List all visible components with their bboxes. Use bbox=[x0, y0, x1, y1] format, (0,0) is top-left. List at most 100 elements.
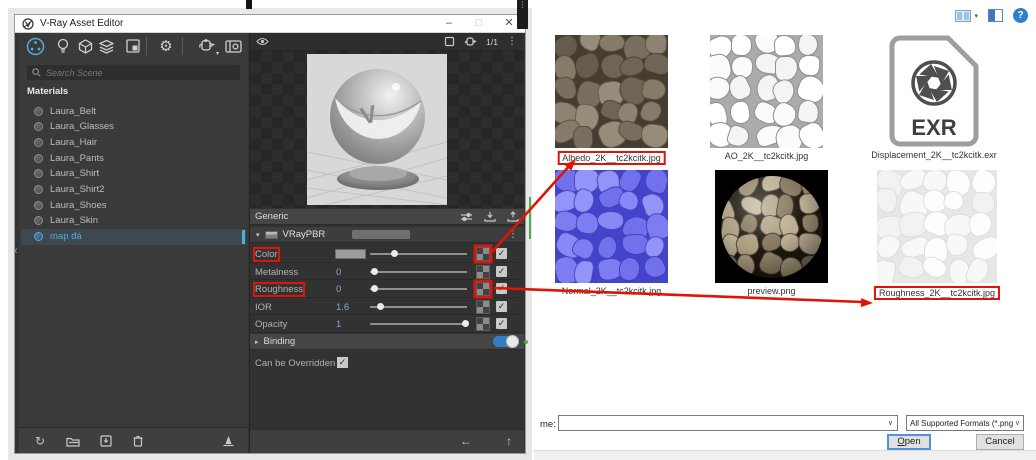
property-value[interactable]: 1.6 bbox=[336, 302, 349, 313]
texture-stone-shape bbox=[644, 35, 668, 54]
color-swatch[interactable] bbox=[335, 249, 366, 259]
material-item-laura-shirt[interactable]: Laura_Shirt bbox=[21, 166, 246, 182]
file-name-combo[interactable]: ∨ bbox=[558, 415, 898, 431]
material-label: Laura_Belt bbox=[50, 106, 96, 117]
file-item-preview[interactable]: preview.png bbox=[715, 170, 828, 305]
roughness-thumbnail bbox=[877, 170, 997, 283]
texture-stone-shape bbox=[642, 170, 668, 195]
material-properties-panel: 1/1 ⋮ bbox=[249, 33, 523, 453]
binding-toggle[interactable] bbox=[493, 336, 519, 347]
texture-slot-button[interactable] bbox=[476, 317, 490, 331]
delete-icon[interactable] bbox=[129, 432, 147, 450]
property-checkbox[interactable]: ✓ bbox=[496, 318, 507, 329]
material-item-laura-skin[interactable]: Laura_Skin bbox=[21, 213, 246, 229]
property-checkbox[interactable]: ✓ bbox=[496, 301, 507, 312]
slider-handle[interactable] bbox=[371, 268, 378, 275]
tune-icon[interactable] bbox=[460, 212, 473, 222]
texture-slot-button[interactable] bbox=[476, 247, 490, 261]
property-label: Metalness bbox=[255, 267, 298, 278]
albedo-thumbnail bbox=[555, 35, 668, 148]
viewport-point-artifact bbox=[524, 340, 528, 344]
view-options-button[interactable]: ▾ bbox=[955, 10, 978, 22]
binding-section-header[interactable]: ▸ Binding bbox=[250, 334, 524, 350]
texture-stone-shape bbox=[597, 211, 625, 231]
cone-icon[interactable] bbox=[219, 432, 237, 450]
material-item-laura-hair[interactable]: Laura_Hair bbox=[21, 134, 246, 150]
preview-sphere-thumbnail bbox=[721, 176, 823, 278]
preview-menu-icon[interactable]: ⋮ bbox=[507, 37, 517, 47]
file-item-ao[interactable]: AO_2K__tc2kcitk.jpg bbox=[710, 35, 823, 170]
file-item-roughness[interactable]: Roughness_2K__tc2kcitk.jpg bbox=[877, 170, 997, 305]
material-item-map-[interactable]: map đá bbox=[21, 229, 246, 245]
material-item-laura-shirt2[interactable]: Laura_Shirt2 bbox=[21, 182, 246, 198]
shader-expand-icon[interactable]: ▾ bbox=[256, 231, 260, 239]
texture-slot-button[interactable] bbox=[476, 265, 490, 279]
material-sphere-icon bbox=[34, 201, 43, 210]
format-filter-select[interactable]: All Supported Formats (*.png *. ∨ bbox=[906, 415, 1024, 431]
redacted-material-name bbox=[352, 230, 410, 239]
file-name-dropdown-caret[interactable]: ∨ bbox=[888, 419, 893, 427]
shader-row[interactable]: ▾ VRayPBR ⋮ bbox=[250, 227, 524, 243]
slider-track[interactable] bbox=[370, 253, 467, 255]
file-name-text: Displacement_2K__tc2kcitk.exr bbox=[871, 150, 997, 160]
slider-handle[interactable] bbox=[377, 303, 384, 310]
binding-expand-icon[interactable]: ▸ bbox=[255, 338, 259, 346]
slider-track[interactable] bbox=[370, 271, 467, 273]
open-folder-icon[interactable] bbox=[64, 432, 82, 450]
preview-shape-icon[interactable] bbox=[444, 36, 455, 47]
preview-canvas[interactable]: V bbox=[250, 51, 524, 208]
material-item-laura-pants[interactable]: Laura_Pants bbox=[21, 150, 246, 166]
slider-handle[interactable] bbox=[391, 250, 398, 257]
vray-titlebar[interactable]: V-Ray Asset Editor – □ ✕ bbox=[15, 15, 525, 33]
property-value[interactable]: 0 bbox=[336, 267, 341, 278]
background-tray-artifact: ⋮ bbox=[517, 0, 528, 29]
cancel-button[interactable]: Cancel bbox=[976, 434, 1024, 450]
generic-section-header[interactable]: Generic bbox=[250, 209, 524, 225]
eye-icon[interactable] bbox=[256, 37, 269, 46]
sphere-shading bbox=[721, 176, 823, 278]
property-checkbox[interactable]: ✓ bbox=[496, 266, 507, 277]
slider-handle[interactable] bbox=[371, 285, 378, 292]
material-item-laura-shoes[interactable]: Laura_Shoes bbox=[21, 197, 246, 213]
preview-pane-button[interactable] bbox=[988, 9, 1003, 22]
property-row-roughness: Roughness0✓ bbox=[250, 280, 524, 298]
maximize-button[interactable]: □ bbox=[467, 15, 491, 32]
texture-slot-button[interactable] bbox=[476, 300, 490, 314]
up-arrow-icon[interactable]: ↑ bbox=[506, 434, 512, 448]
collapse-panel-chevron[interactable]: ‹ bbox=[14, 245, 18, 257]
format-dropdown-caret: ∨ bbox=[1015, 419, 1020, 427]
material-sphere-icon bbox=[34, 169, 43, 178]
import-preset-icon[interactable] bbox=[484, 211, 496, 222]
frame-counter[interactable]: 1/1 bbox=[486, 37, 498, 47]
file-name-input[interactable] bbox=[559, 418, 888, 429]
file-dialog: ▾ ? Albedo_2K__tc2kcitk.jpg AO_2K__tc2kci… bbox=[534, 0, 1036, 460]
property-value[interactable]: 1 bbox=[336, 319, 341, 330]
viewport-edge-artifact bbox=[529, 197, 531, 239]
texture-stone-shape bbox=[618, 256, 642, 282]
slider-track[interactable] bbox=[370, 306, 467, 308]
minimize-button[interactable]: – bbox=[437, 15, 461, 32]
material-sphere-icon bbox=[34, 185, 43, 194]
property-checkbox[interactable]: ✓ bbox=[496, 283, 507, 294]
material-item-laura-belt[interactable]: Laura_Belt bbox=[21, 103, 246, 119]
export-preset-icon[interactable] bbox=[507, 211, 519, 222]
preview-teapot-icon[interactable] bbox=[464, 37, 477, 47]
material-sphere-icon bbox=[34, 138, 43, 147]
file-item-albedo[interactable]: Albedo_2K__tc2kcitk.jpg bbox=[555, 35, 668, 170]
material-item-laura-glasses[interactable]: Laura_Glasses bbox=[21, 119, 246, 135]
help-button[interactable]: ? bbox=[1013, 8, 1028, 23]
slider-track[interactable] bbox=[370, 288, 467, 290]
override-checkbox[interactable]: ✓ bbox=[337, 357, 348, 368]
back-arrow-icon[interactable]: ← bbox=[460, 434, 472, 448]
refresh-icon[interactable]: ↻ bbox=[31, 432, 49, 450]
open-button[interactable]: Open bbox=[887, 434, 931, 450]
texture-slot-button[interactable] bbox=[476, 282, 490, 296]
slider-handle[interactable] bbox=[462, 320, 469, 327]
property-checkbox[interactable]: ✓ bbox=[496, 248, 507, 259]
file-item-normal[interactable]: Normal_2K__tc2kcitk.jpg bbox=[555, 170, 668, 305]
property-value[interactable]: 0 bbox=[336, 284, 341, 295]
file-item-exr[interactable]: EXRDisplacement_2K__tc2kcitk.exr bbox=[886, 35, 982, 169]
slider-track[interactable] bbox=[370, 323, 467, 325]
shader-menu-icon[interactable]: ⋮ bbox=[508, 230, 518, 240]
save-icon[interactable] bbox=[97, 432, 115, 450]
